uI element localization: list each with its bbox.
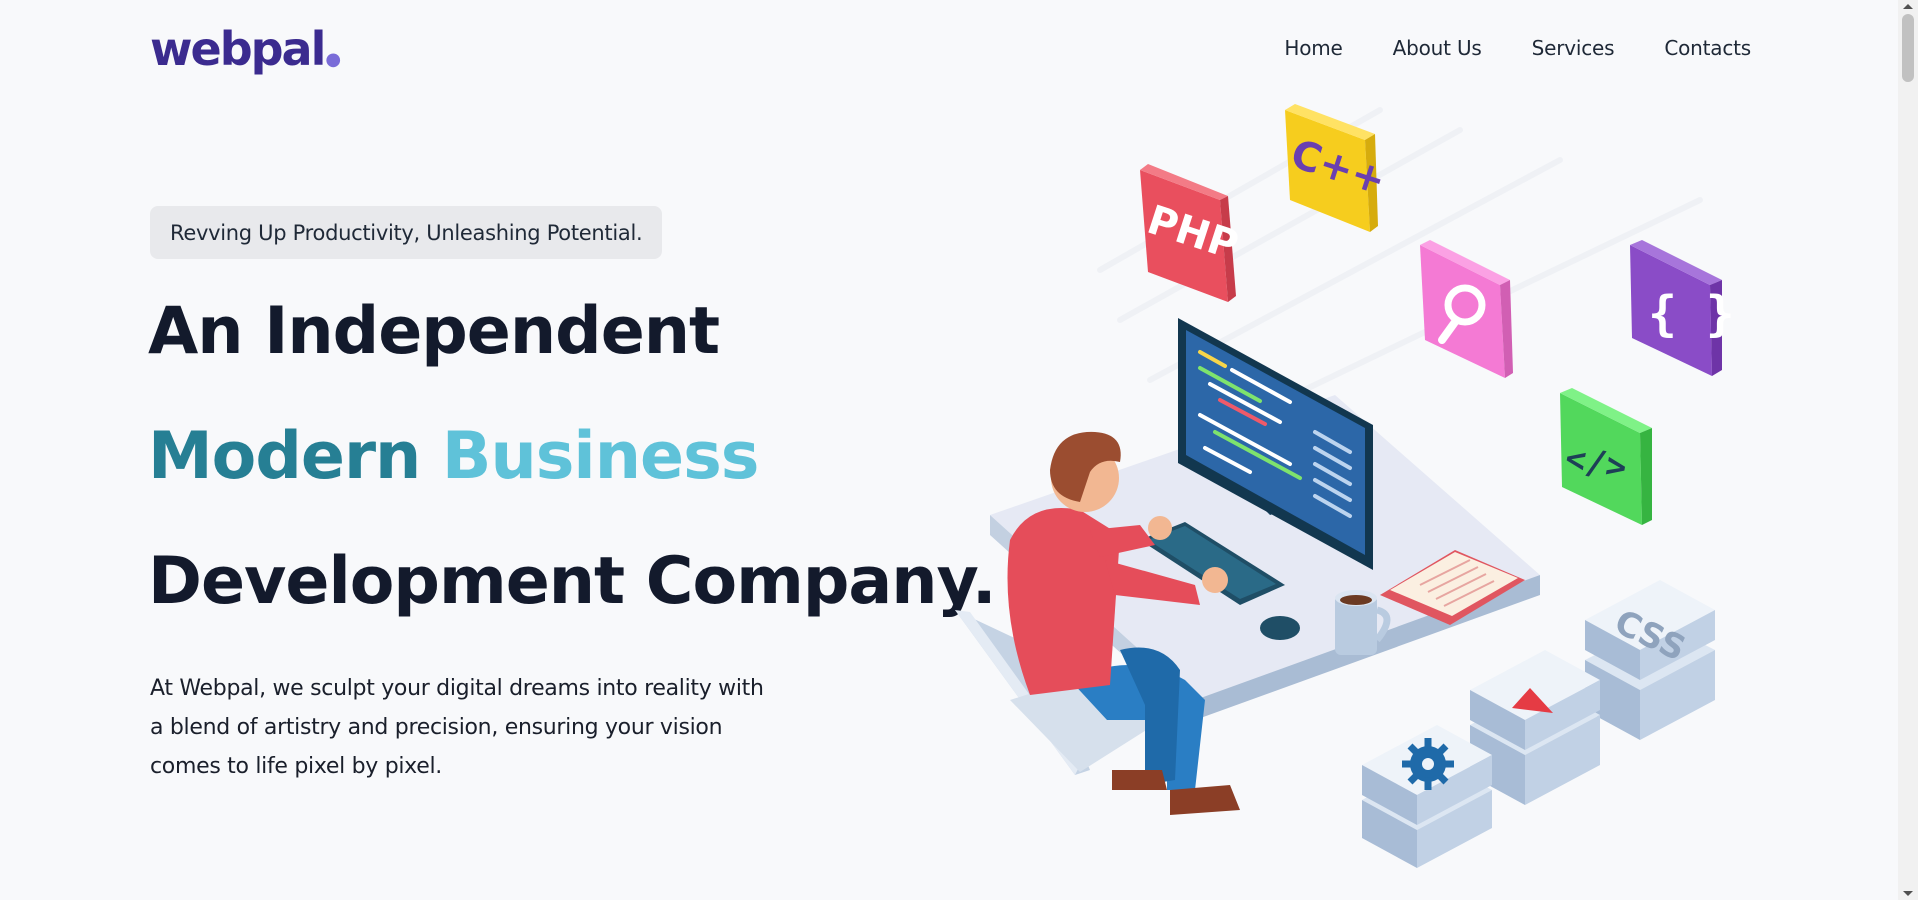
hero-description: At Webpal, we sculpt your digital dreams… <box>150 676 764 779</box>
logo[interactable]: webpal● <box>150 20 341 89</box>
nav-about-us[interactable]: About Us <box>1393 36 1482 60</box>
logo-dot: ● <box>325 49 341 70</box>
scroll-down-arrow-icon[interactable] <box>1903 891 1913 896</box>
css-icon: CSS <box>1585 580 1715 740</box>
php-icon: PHP <box>1140 164 1244 302</box>
headline-line-2: Modern Business <box>148 417 760 497</box>
nav-contacts[interactable]: Contacts <box>1664 36 1751 60</box>
nav-services[interactable]: Services <box>1532 36 1615 60</box>
braces-label: { } <box>1648 286 1735 342</box>
logo-text: webpal <box>150 22 326 76</box>
code-tag-icon: </> <box>1560 388 1652 525</box>
search-icon <box>1420 240 1513 378</box>
braces-icon: { } <box>1630 240 1735 376</box>
mouse <box>1260 616 1300 640</box>
nav-home[interactable]: Home <box>1284 36 1342 60</box>
headline-business: Business <box>441 419 760 494</box>
tagline-text: Revving Up Productivity, Unleashing Pote… <box>170 220 643 245</box>
headline-line-3: Development Company. <box>148 544 997 619</box>
scroll-up-arrow-icon[interactable] <box>1903 4 1913 9</box>
scroll-thumb[interactable] <box>1902 14 1914 82</box>
hero-illustration: PHP C++ { } </> CSS <box>955 104 1735 868</box>
gear-icon <box>1362 725 1492 868</box>
page-scrollbar[interactable] <box>1898 0 1918 900</box>
tagline-pill: Revving Up Productivity, Unleashing Pote… <box>150 206 663 259</box>
main-nav: Home About Us Services Contacts <box>1284 36 1751 60</box>
headline-line-1: An Independent <box>148 294 720 369</box>
cpp-icon: C++ <box>1285 104 1391 232</box>
headline-modern: Modern <box>148 419 421 494</box>
